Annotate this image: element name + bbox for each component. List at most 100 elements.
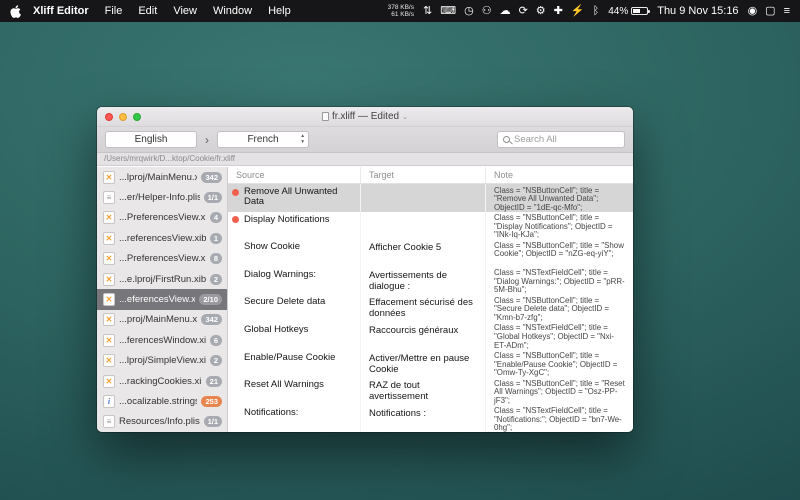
- sidebar-item-label: ...referencesView.xib: [119, 233, 206, 244]
- language-direction-arrow[interactable]: ›: [204, 133, 210, 147]
- siri-icon[interactable]: ◉: [748, 0, 758, 22]
- minimize-button[interactable]: [119, 113, 127, 121]
- notification-center-icon[interactable]: ≡: [784, 0, 790, 22]
- window-titlebar[interactable]: fr.xliff — Edited ⌄: [97, 107, 633, 127]
- search-icon: [503, 136, 510, 143]
- table-row[interactable]: Enable/Pause CookieActiver/Mettre en pau…: [228, 350, 633, 378]
- sidebar-item[interactable]: ✕...proj/MainMenu.xib342: [97, 310, 227, 330]
- target-cell[interactable]: Effacement sécurisé des données: [361, 294, 486, 322]
- cloud-icon[interactable]: ☁: [500, 0, 511, 22]
- zoom-button[interactable]: [133, 113, 141, 121]
- sidebar-item-label: ...PreferencesView.xib: [119, 253, 206, 264]
- source-text: Dialog Warnings:: [244, 270, 354, 280]
- column-header-note[interactable]: Note: [486, 170, 633, 180]
- xib-icon: ✕: [103, 293, 115, 306]
- menu-item-edit[interactable]: Edit: [138, 5, 157, 17]
- menu-item-help[interactable]: Help: [268, 5, 291, 17]
- close-button[interactable]: [105, 113, 113, 121]
- search-field[interactable]: [497, 131, 625, 148]
- column-header-target[interactable]: Target: [361, 167, 486, 183]
- sidebar-item-label: ...lproj/MainMenu.xib: [119, 172, 197, 183]
- xliff-editor-window: fr.xliff — Edited ⌄ English › French ▴▾ …: [97, 107, 633, 432]
- source-cell: Display Notifications: [228, 212, 361, 240]
- note-cell: Class = "NSButtonCell"; title = "Remove …: [486, 184, 633, 212]
- menu-bar-status-area: 378 KB/s 61 KB/s ⇅ ⌨ ◷ ⚇ ☁ ⟳ ⚙ ✚ ⚡ ᛒ 44% Thu 9 No…: [388, 0, 790, 22]
- source-cell: Secure Delete data: [228, 294, 361, 322]
- note-cell: Class = "NSButtonCell"; title = "Show Co…: [486, 239, 633, 267]
- popup-chevrons-icon: ▴▾: [301, 134, 304, 145]
- table-row[interactable]: Remove All Unwanted DataClass = "NSButto…: [228, 184, 633, 212]
- display-icon[interactable]: ▢: [765, 0, 775, 22]
- throughput-icon[interactable]: ⇅: [423, 0, 432, 22]
- power-icon[interactable]: ⚡: [571, 0, 585, 22]
- menu-bar-clock[interactable]: Thu 9 Nov 15:16: [657, 5, 738, 17]
- target-cell[interactable]: [361, 184, 486, 212]
- xib-icon: ✕: [103, 313, 115, 326]
- source-cell: Notifications:: [228, 405, 361, 432]
- bluetooth-icon[interactable]: ᛒ: [593, 0, 600, 22]
- sidebar-file-list: ✕...lproj/MainMenu.xib342≡...er/Helper-I…: [97, 167, 228, 432]
- sidebar-item[interactable]: i...ocalizable.strings253: [97, 391, 227, 411]
- window-toolbar: English › French ▴▾: [97, 127, 633, 153]
- sidebar-item[interactable]: ≡...er/Helper-Info.plist1/1: [97, 187, 227, 207]
- gear-icon[interactable]: ⚙: [536, 0, 546, 22]
- target-cell[interactable]: Afficher Cookie 5: [361, 239, 486, 267]
- column-header-source[interactable]: Source: [228, 167, 361, 183]
- apple-menu-icon[interactable]: [10, 5, 21, 18]
- sidebar-item[interactable]: ✕...referencesView.xib1: [97, 228, 227, 248]
- table-row[interactable]: Global HotkeysRaccourcis générauxClass =…: [228, 322, 633, 350]
- table-row[interactable]: Display NotificationsClass = "NSButtonCe…: [228, 212, 633, 240]
- table-row[interactable]: Show CookieAfficher Cookie 5Class = "NSB…: [228, 239, 633, 267]
- target-cell[interactable]: Avertissements de dialogue :: [361, 267, 486, 295]
- sidebar-item-badge: 2: [210, 355, 222, 366]
- sidebar-item-badge: 8: [210, 253, 222, 264]
- strings-icon: i: [103, 395, 115, 408]
- table-row[interactable]: Reset All WarningsRAZ de tout avertissem…: [228, 377, 633, 405]
- sidebar-item-badge: 253: [201, 396, 222, 407]
- target-cell[interactable]: Notifications :: [361, 405, 486, 432]
- xib-icon: ✕: [103, 273, 115, 286]
- right-icons: ◉ ▢ ≡: [748, 0, 790, 22]
- sidebar-item[interactable]: ✕ ...PreferencesView.xib 8: [97, 249, 227, 269]
- source-cell: Enable/Pause Cookie: [228, 350, 361, 378]
- plist-icon: ≡: [103, 415, 115, 428]
- title-chevron-icon[interactable]: ⌄: [402, 113, 408, 121]
- xib-icon: ✕: [103, 252, 115, 265]
- source-cell: Dialog Warnings:: [228, 267, 361, 295]
- target-cell[interactable]: RAZ de tout avertissement: [361, 377, 486, 405]
- source-language-button[interactable]: English: [105, 131, 197, 148]
- plus-icon[interactable]: ✚: [554, 0, 563, 22]
- table-row[interactable]: Secure Delete dataEffacement sécurisé de…: [228, 294, 633, 322]
- keyboard-icon[interactable]: ⌨: [440, 0, 456, 22]
- sidebar-item-badge: 1/1: [204, 416, 222, 427]
- table-row[interactable]: Dialog Warnings: Avertissements de dialog…: [228, 267, 633, 295]
- menu-item-view[interactable]: View: [173, 5, 197, 17]
- table-body: Remove All Unwanted DataClass = "NSButto…: [228, 184, 633, 432]
- time-machine-icon[interactable]: ◷: [464, 0, 474, 22]
- source-cell: Global Hotkeys: [228, 322, 361, 350]
- sidebar-item[interactable]: ≡Resources/Info.plist1/1: [97, 412, 227, 432]
- menu-item-file[interactable]: File: [105, 5, 123, 17]
- sidebar-item-badge: 4: [210, 212, 222, 223]
- user-icon[interactable]: ⚇: [482, 0, 492, 22]
- sidebar-item[interactable]: ✕...ferencesWindow.xib6: [97, 330, 227, 350]
- file-path: /Users/mrqwirk/D...ktop/Cookie/fr.xliff: [104, 154, 235, 163]
- menu-item-window[interactable]: Window: [213, 5, 252, 17]
- target-cell[interactable]: [361, 212, 486, 240]
- target-language-popup[interactable]: French ▴▾: [217, 131, 309, 148]
- target-cell[interactable]: Raccourcis généraux: [361, 322, 486, 350]
- target-cell[interactable]: Activer/Mettre en pause Cookie: [361, 350, 486, 378]
- search-input[interactable]: [514, 134, 619, 145]
- network-throughput[interactable]: 378 KB/s 61 KB/s: [388, 4, 414, 19]
- sidebar-item[interactable]: ✕...lproj/SimpleView.xib2: [97, 351, 227, 371]
- sidebar-item[interactable]: ✕...eferencesView.xib2/10: [97, 289, 227, 309]
- sync-icon[interactable]: ⟳: [519, 0, 528, 22]
- app-menu[interactable]: Xliff Editor: [33, 5, 89, 17]
- battery-indicator[interactable]: 44%: [608, 6, 648, 17]
- sidebar-item[interactable]: ✕...lproj/MainMenu.xib342: [97, 167, 227, 187]
- sidebar-item[interactable]: ✕...PreferencesView.xib4: [97, 208, 227, 228]
- table-row[interactable]: Notifications:Notifications :Class = "NS…: [228, 405, 633, 432]
- sidebar-item[interactable]: ✕...rackingCookies.xib21: [97, 371, 227, 391]
- sidebar-item[interactable]: ✕...e.lproj/FirstRun.xib2: [97, 269, 227, 289]
- sidebar-item-badge: 6: [210, 335, 222, 346]
